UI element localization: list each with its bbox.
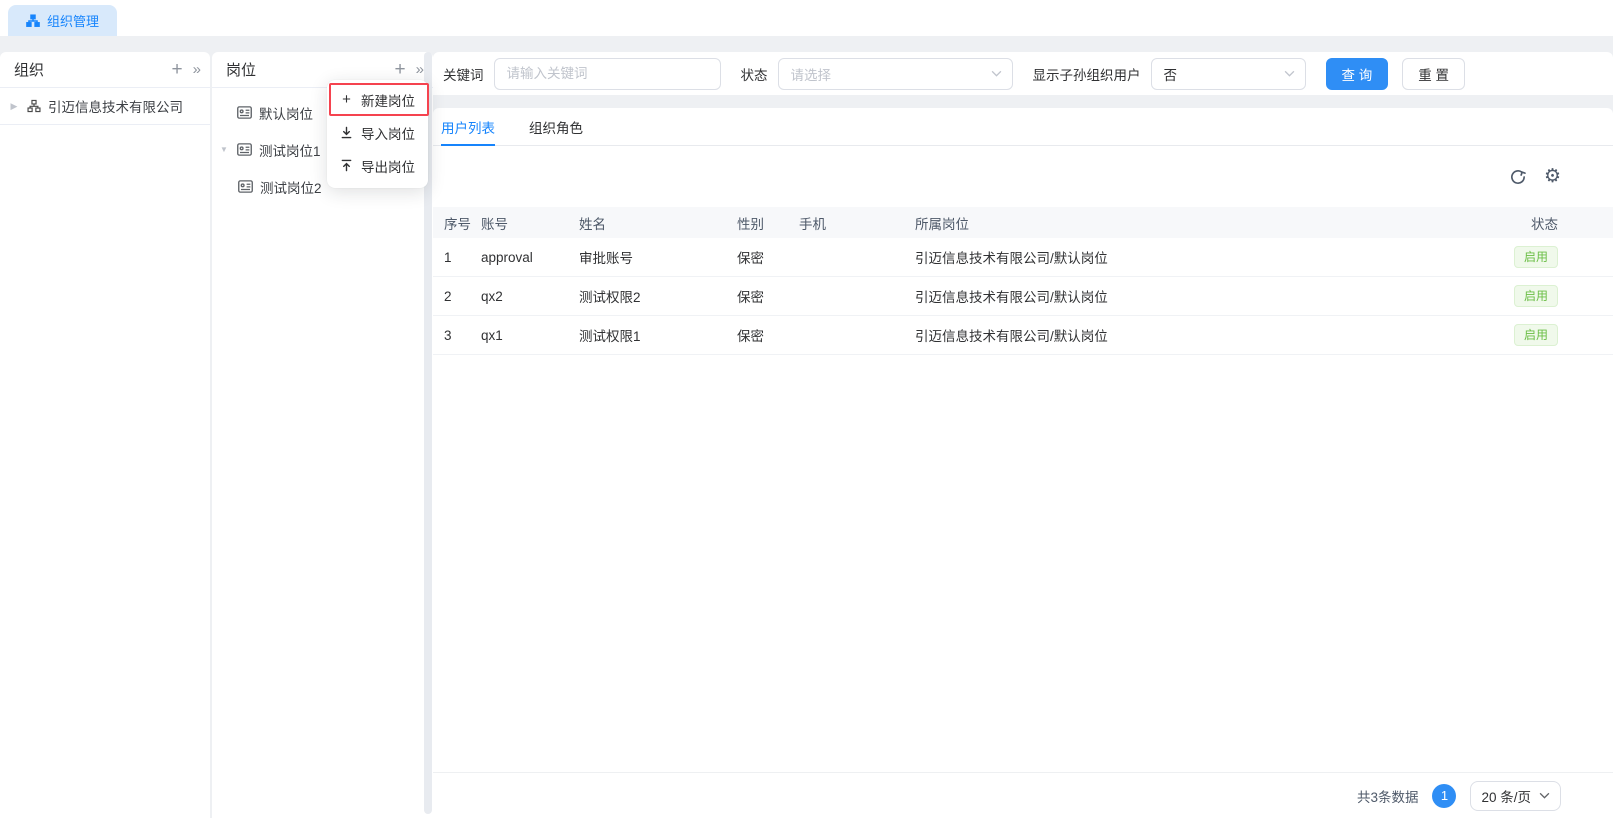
positions-panel-title: 岗位 (226, 59, 395, 80)
id-card-icon (238, 180, 253, 193)
export-icon (340, 159, 353, 172)
tab-organization-management[interactable]: 组织管理 (8, 5, 117, 36)
window-tab-label: 组织管理 (47, 11, 99, 30)
tree-item-label: 测试岗位1 (259, 140, 321, 160)
add-organization-icon[interactable]: + (172, 60, 183, 79)
status-badge: 启用 (1514, 324, 1558, 346)
caret-down-icon[interactable]: ▼ (218, 145, 230, 154)
main-area: 关键词 状态 请选择 显示子孙组织用户 否 查 询 重 置 用户列表 组织 (433, 52, 1613, 818)
status-select[interactable]: 请选择 (778, 58, 1013, 90)
position-actions-menu: + 新建岗位 导入岗位 导出岗位 (327, 80, 428, 188)
descendant-users-select[interactable]: 否 (1151, 58, 1306, 90)
organization-management-screen: 组织管理 组织 + » ▶ 引迈信息技术有限公司 岗位 + (0, 0, 1613, 818)
caret-right-icon[interactable]: ▶ (8, 101, 20, 112)
organization-panel-title: 组织 (14, 59, 172, 80)
total-count-text: 共3条数据 (1357, 786, 1419, 806)
plus-icon: + (340, 91, 353, 108)
tree-item-label: 默认岗位 (259, 103, 313, 123)
filter-bar: 关键词 状态 请选择 显示子孙组织用户 否 查 询 重 置 (433, 52, 1613, 95)
keyword-input[interactable] (494, 58, 721, 90)
menu-item-export-position[interactable]: 导出岗位 (327, 149, 428, 182)
tree-item-label: 测试岗位2 (260, 177, 322, 197)
id-card-icon (237, 106, 252, 119)
status-badge: 启用 (1514, 285, 1558, 307)
organization-panel-header: 组织 + » (0, 52, 210, 88)
status-label: 状态 (741, 64, 768, 84)
table-header-row: 序号 账号 姓名 性别 手机 所属岗位 状态 (433, 207, 1613, 238)
window-tab-bar: 组织管理 (0, 0, 1613, 36)
organization-panel: 组织 + » ▶ 引迈信息技术有限公司 (0, 52, 210, 818)
table-row[interactable]: 2 qx2 测试权限2 保密 引迈信息技术有限公司/默认岗位 启用 (433, 277, 1613, 316)
org-node-icon (27, 99, 41, 113)
sitemap-icon (26, 14, 40, 28)
gear-icon[interactable]: ⚙ (1544, 167, 1561, 186)
keyword-label: 关键词 (443, 64, 484, 84)
chevron-down-icon (1539, 792, 1550, 799)
table-toolbar: ⚙ (433, 146, 1613, 207)
user-table: 序号 账号 姓名 性别 手机 所属岗位 状态 1 approval 审批账号 保… (433, 207, 1613, 355)
tree-item-label: 引迈信息技术有限公司 (48, 96, 183, 116)
add-position-icon[interactable]: + (395, 60, 406, 79)
import-icon (340, 126, 353, 139)
status-select-placeholder: 请选择 (791, 64, 991, 84)
search-button[interactable]: 查 询 (1326, 58, 1389, 90)
menu-item-import-position[interactable]: 导入岗位 (327, 116, 428, 149)
id-card-icon (237, 143, 252, 156)
tab-user-list[interactable]: 用户列表 (441, 108, 495, 145)
chevron-down-icon (1284, 70, 1295, 77)
tree-item-company[interactable]: ▶ 引迈信息技术有限公司 (0, 88, 210, 125)
positions-panel-more-icon[interactable]: » (416, 62, 423, 77)
pagination-bar: 共3条数据 1 20 条/页 (433, 772, 1613, 818)
reset-button[interactable]: 重 置 (1402, 58, 1465, 90)
table-row[interactable]: 1 approval 审批账号 保密 引迈信息技术有限公司/默认岗位 启用 (433, 238, 1613, 277)
content-card: 用户列表 组织角色 ⚙ 序号 账号 姓名 (433, 108, 1613, 818)
descendant-users-value: 否 (1164, 64, 1284, 84)
chevron-down-icon (991, 70, 1002, 77)
refresh-icon[interactable] (1509, 168, 1527, 186)
organization-panel-more-icon[interactable]: » (193, 62, 200, 77)
status-badge: 启用 (1514, 246, 1558, 268)
content-tabs: 用户列表 组织角色 (433, 108, 1613, 146)
descendant-users-label: 显示子孙组织用户 (1033, 64, 1141, 84)
page-number-button[interactable]: 1 (1432, 784, 1456, 808)
page-size-select[interactable]: 20 条/页 (1470, 781, 1561, 811)
table-row[interactable]: 3 qx1 测试权限1 保密 引迈信息技术有限公司/默认岗位 启用 (433, 316, 1613, 355)
tab-organization-roles[interactable]: 组织角色 (529, 108, 583, 145)
menu-item-new-position[interactable]: + 新建岗位 (327, 83, 428, 116)
